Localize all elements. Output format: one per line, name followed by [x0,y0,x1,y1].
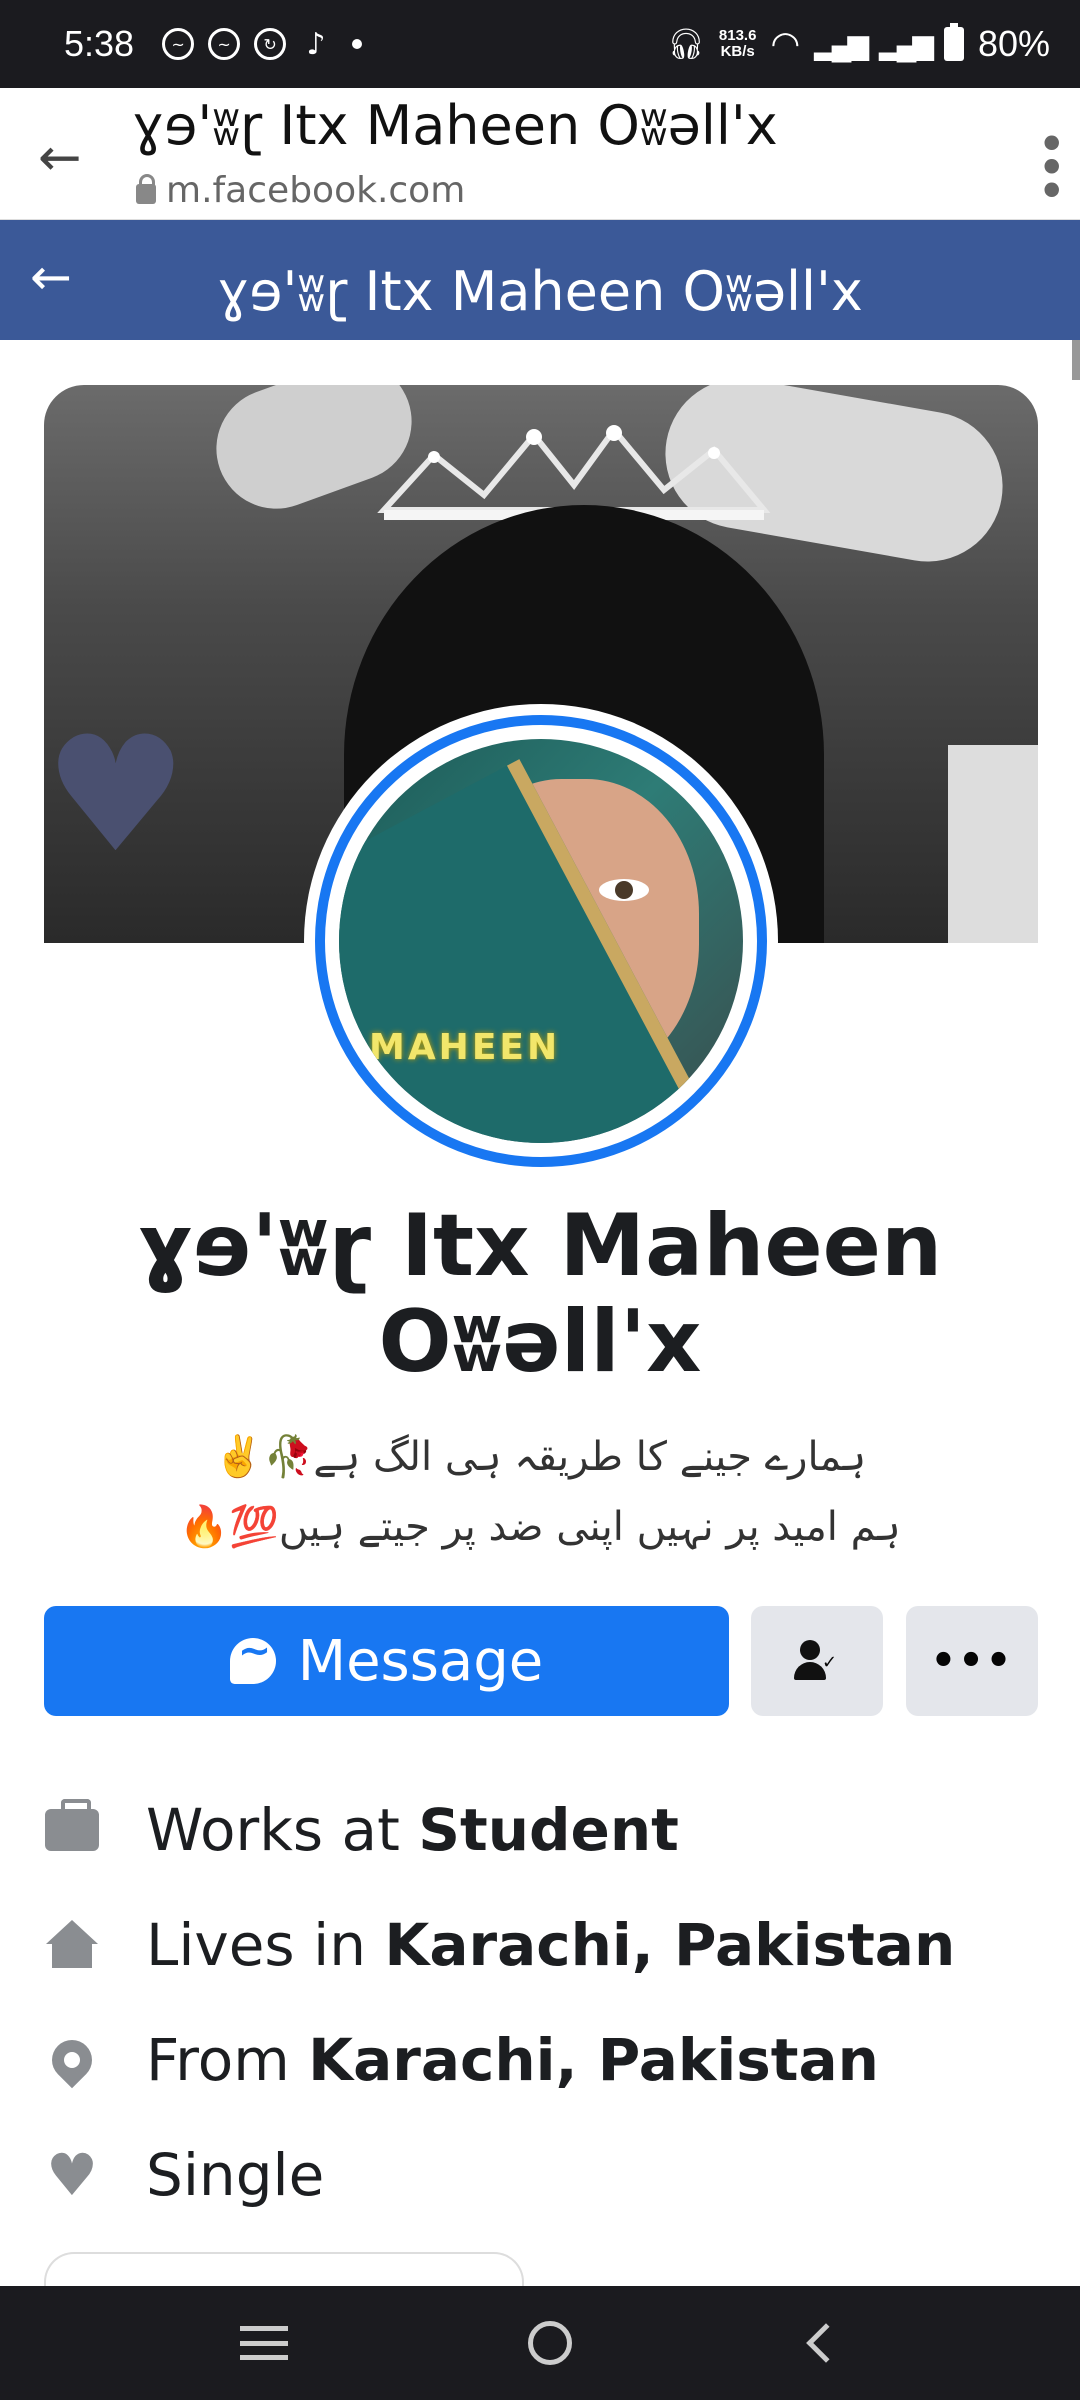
friend-check-icon: ✓ [794,1640,840,1682]
profile-avatar[interactable]: MAHEEN [315,715,767,1167]
signal-icon-2: ▂▄▆ [879,28,934,60]
avatar-photo: MAHEEN [339,739,743,1143]
detail-relationship: ♥ Single [44,2135,324,2215]
browser-back-icon[interactable]: ← [38,128,82,188]
from-prefix: From [146,2026,309,2094]
network-speed-unit: KB/s [720,43,755,60]
battery-icon [943,23,964,61]
messenger-icon: ~ [208,28,241,60]
work-value[interactable]: Student [418,1796,679,1864]
header-title: ɣɘ'ʬɽ Itx Maheen Oʬəll'x [217,260,863,323]
lives-text: Lives in Karachi, Pakistan [146,1911,955,1979]
url-text: m.facebook.com [166,170,466,211]
browser-url[interactable]: m.facebook.com [136,170,465,211]
profile-bio: ہمارے جینے کا طریقہ ہی الگ ہے🥀✌️ ہم امید… [0,1422,1080,1562]
lives-value[interactable]: Karachi, Pakistan [384,1911,955,1979]
avatar-label: MAHEEN [369,1027,561,1068]
battery-percent: 80% [977,23,1050,64]
home-button-icon[interactable] [528,2321,572,2365]
status-right: 🎧︎ 813.6 KB/s ◠ ▂▄▆ ▂▄▆ 80% [667,23,1050,65]
tiktok-icon: ♪ [306,26,326,62]
friend-status-button[interactable]: ✓ [751,1606,883,1716]
scrollbar[interactable] [1072,340,1080,380]
message-button-label: Message [297,1628,544,1694]
messenger-icon [229,1628,276,1684]
messenger-lite-icon: ~ [162,28,195,60]
detail-lives: Lives in Karachi, Pakistan [44,1905,955,1985]
lives-prefix: Lives in [146,1911,385,1979]
wifi-icon: ◠ [770,25,801,63]
cover-paper [948,745,1038,943]
message-button[interactable]: Message [44,1606,729,1716]
more-dots-icon: ••• [930,1638,1014,1684]
lock-icon [136,173,156,204]
detail-from: From Karachi, Pakistan [43,2020,879,2100]
work-prefix: Works at [146,1796,419,1864]
back-button-icon[interactable] [806,2323,846,2363]
notification-icons: ~ ~ ↻ ♪ [162,26,363,62]
network-speed: 813.6 KB/s [719,28,757,60]
more-notifications-icon [352,39,363,49]
relationship-text: Single [146,2141,325,2209]
browser-page-title: ɣɘ'ʬɽ Itx Maheen Oʬəll'x [132,94,778,157]
detail-work: Works at Student [44,1790,679,1870]
network-speed-value: 813.6 [718,27,757,44]
recent-apps-icon[interactable] [240,2326,288,2360]
browser-menu-icon[interactable]: ••• [1021,128,1079,198]
more-options-button[interactable]: ••• [906,1606,1038,1716]
from-value[interactable]: Karachi, Pakistan [308,2026,879,2094]
status-time: 5:38 [64,23,135,64]
signal-icon-1: ▂▄▆ [814,28,869,60]
bio-line-1: ہمارے جینے کا طریقہ ہی الگ ہے🥀✌️ [213,1434,867,1480]
bio-line-2: ہم امید پر نہیں اپنی ضد پر جیتے ہیں💯🔥 [179,1504,901,1550]
location-pin-icon [43,2031,101,2089]
work-text: Works at Student [146,1796,679,1864]
sync-icon: ↻ [254,28,287,60]
headphones-icon: 🎧︎ [666,27,705,61]
home-icon [44,1917,100,1973]
system-nav-bar [0,2286,1080,2400]
heart-icon: ♥ [46,2141,98,2209]
blue-heart-icon: ♥ [44,701,188,888]
profile-name: ɣɘ'ʬɽ Itx Maheen Oʬəll'x [137,1196,943,1392]
from-text: From Karachi, Pakistan [146,2026,879,2094]
status-bar: 5:38 ~ ~ ↻ ♪ 🎧︎ 813.6 KB/s ◠ ▂▄▆ ▂▄▆ 80% [0,0,1080,88]
avatar-eye-right [599,879,649,901]
browser-toolbar: ← ɣɘ'ʬɽ Itx Maheen Oʬəll'x m.facebook.co… [0,88,1080,220]
facebook-header: ← ɣɘ'ʬɽ Itx Maheen Oʬəll'x [0,220,1080,340]
briefcase-icon [44,1799,100,1858]
